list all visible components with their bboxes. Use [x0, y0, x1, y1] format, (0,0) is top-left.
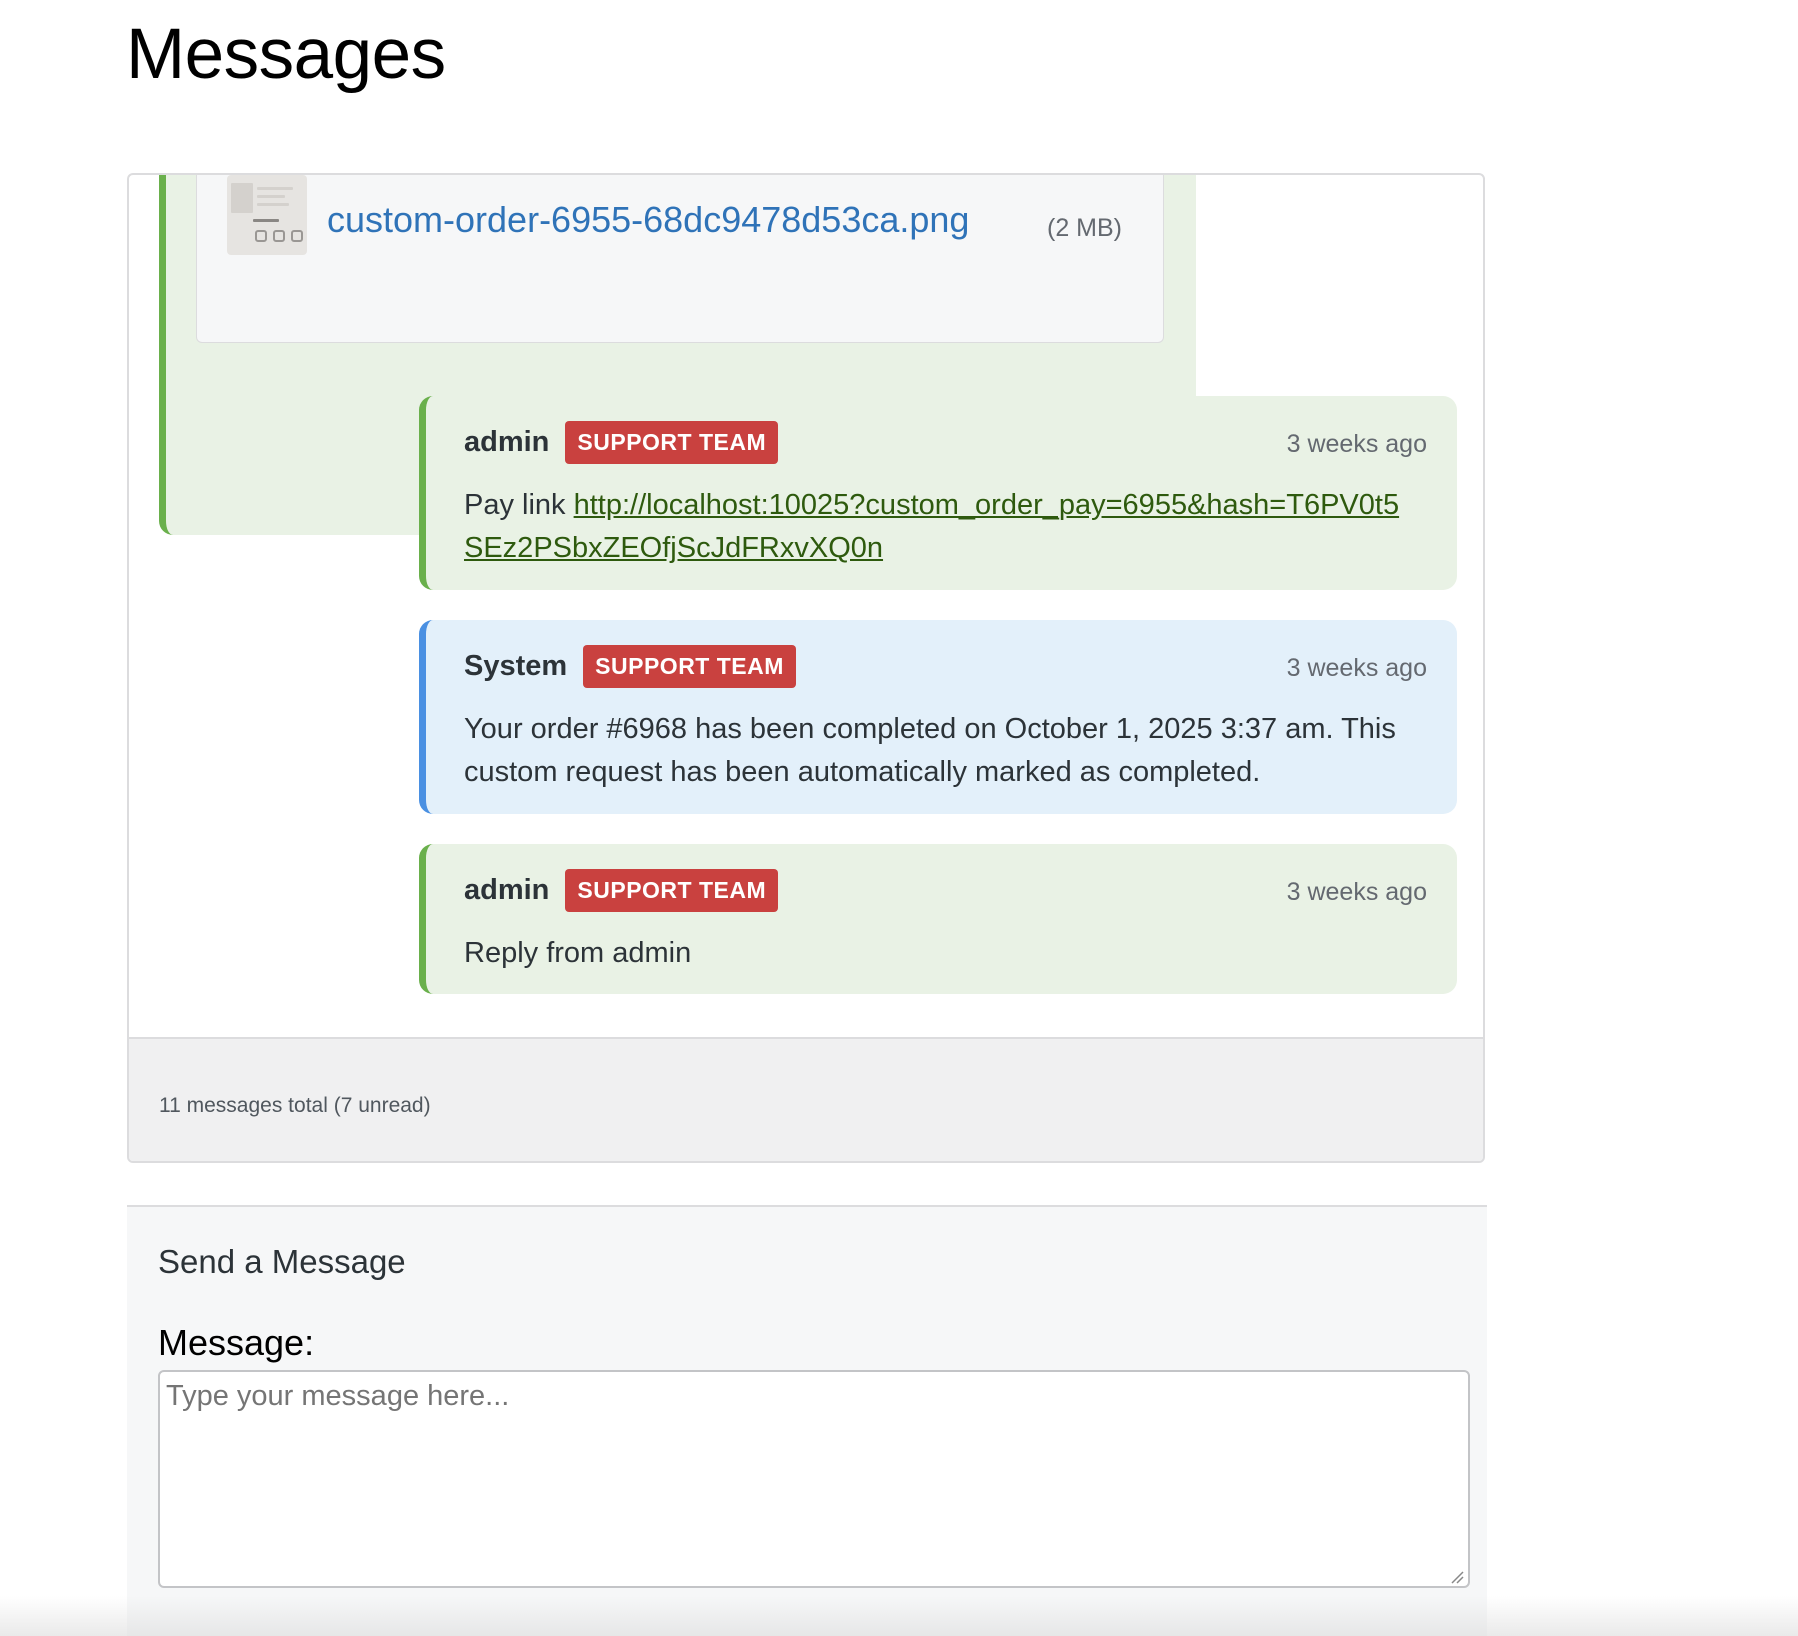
message-item: admin SUPPORT TEAM 3 weeks ago Pay link … — [419, 396, 1457, 590]
message-item: admin SUPPORT TEAM 3 weeks ago Reply fro… — [419, 844, 1457, 994]
support-team-badge: SUPPORT TEAM — [583, 644, 796, 688]
attachment-size: (2 MB) — [1047, 214, 1122, 242]
message-author: System — [464, 649, 568, 682]
message-text: Pay link — [464, 489, 574, 521]
attachment-thumbnail[interactable] — [227, 175, 307, 255]
message-textarea[interactable] — [158, 1370, 1470, 1588]
message-header: admin SUPPORT TEAM — [464, 420, 779, 464]
message-item: System SUPPORT TEAM 3 weeks ago Your ord… — [419, 620, 1457, 814]
message-body: Pay link http://localhost:10025?custom_o… — [464, 484, 1417, 570]
resize-handle-icon[interactable] — [1450, 1570, 1464, 1584]
message-time: 3 weeks ago — [1286, 654, 1427, 682]
messages-list[interactable]: custom-order-6955-68dc9478d53ca.png (2 M… — [129, 175, 1483, 1037]
attachment-card: custom-order-6955-68dc9478d53ca.png (2 M… — [196, 175, 1164, 343]
message-body: Your order #6968 has been completed on O… — [464, 713, 1396, 788]
message-time: 3 weeks ago — [1286, 430, 1427, 458]
message-author: admin — [464, 873, 550, 906]
page-title: Messages — [126, 15, 446, 94]
message-header: System SUPPORT TEAM — [464, 644, 796, 688]
message-header: admin SUPPORT TEAM — [464, 868, 779, 912]
messages-summary: 11 messages total (7 unread) — [159, 1094, 431, 1117]
support-team-badge: SUPPORT TEAM — [565, 868, 779, 912]
messages-panel: custom-order-6955-68dc9478d53ca.png (2 M… — [127, 173, 1485, 1163]
message-label: Message: — [158, 1322, 315, 1363]
message-author: admin — [464, 425, 550, 458]
pay-link[interactable]: http://localhost:10025?custom_order_pay=… — [464, 489, 1399, 564]
message-body: Reply from admin — [464, 937, 692, 969]
send-message-section: Send a Message Message: — [127, 1205, 1487, 1636]
send-message-title: Send a Message — [158, 1243, 406, 1280]
attachment-link[interactable]: custom-order-6955-68dc9478d53ca.png — [327, 199, 969, 241]
message-time: 3 weeks ago — [1286, 878, 1427, 906]
support-team-badge: SUPPORT TEAM — [565, 420, 779, 464]
messages-footer: 11 messages total (7 unread) — [129, 1037, 1483, 1161]
